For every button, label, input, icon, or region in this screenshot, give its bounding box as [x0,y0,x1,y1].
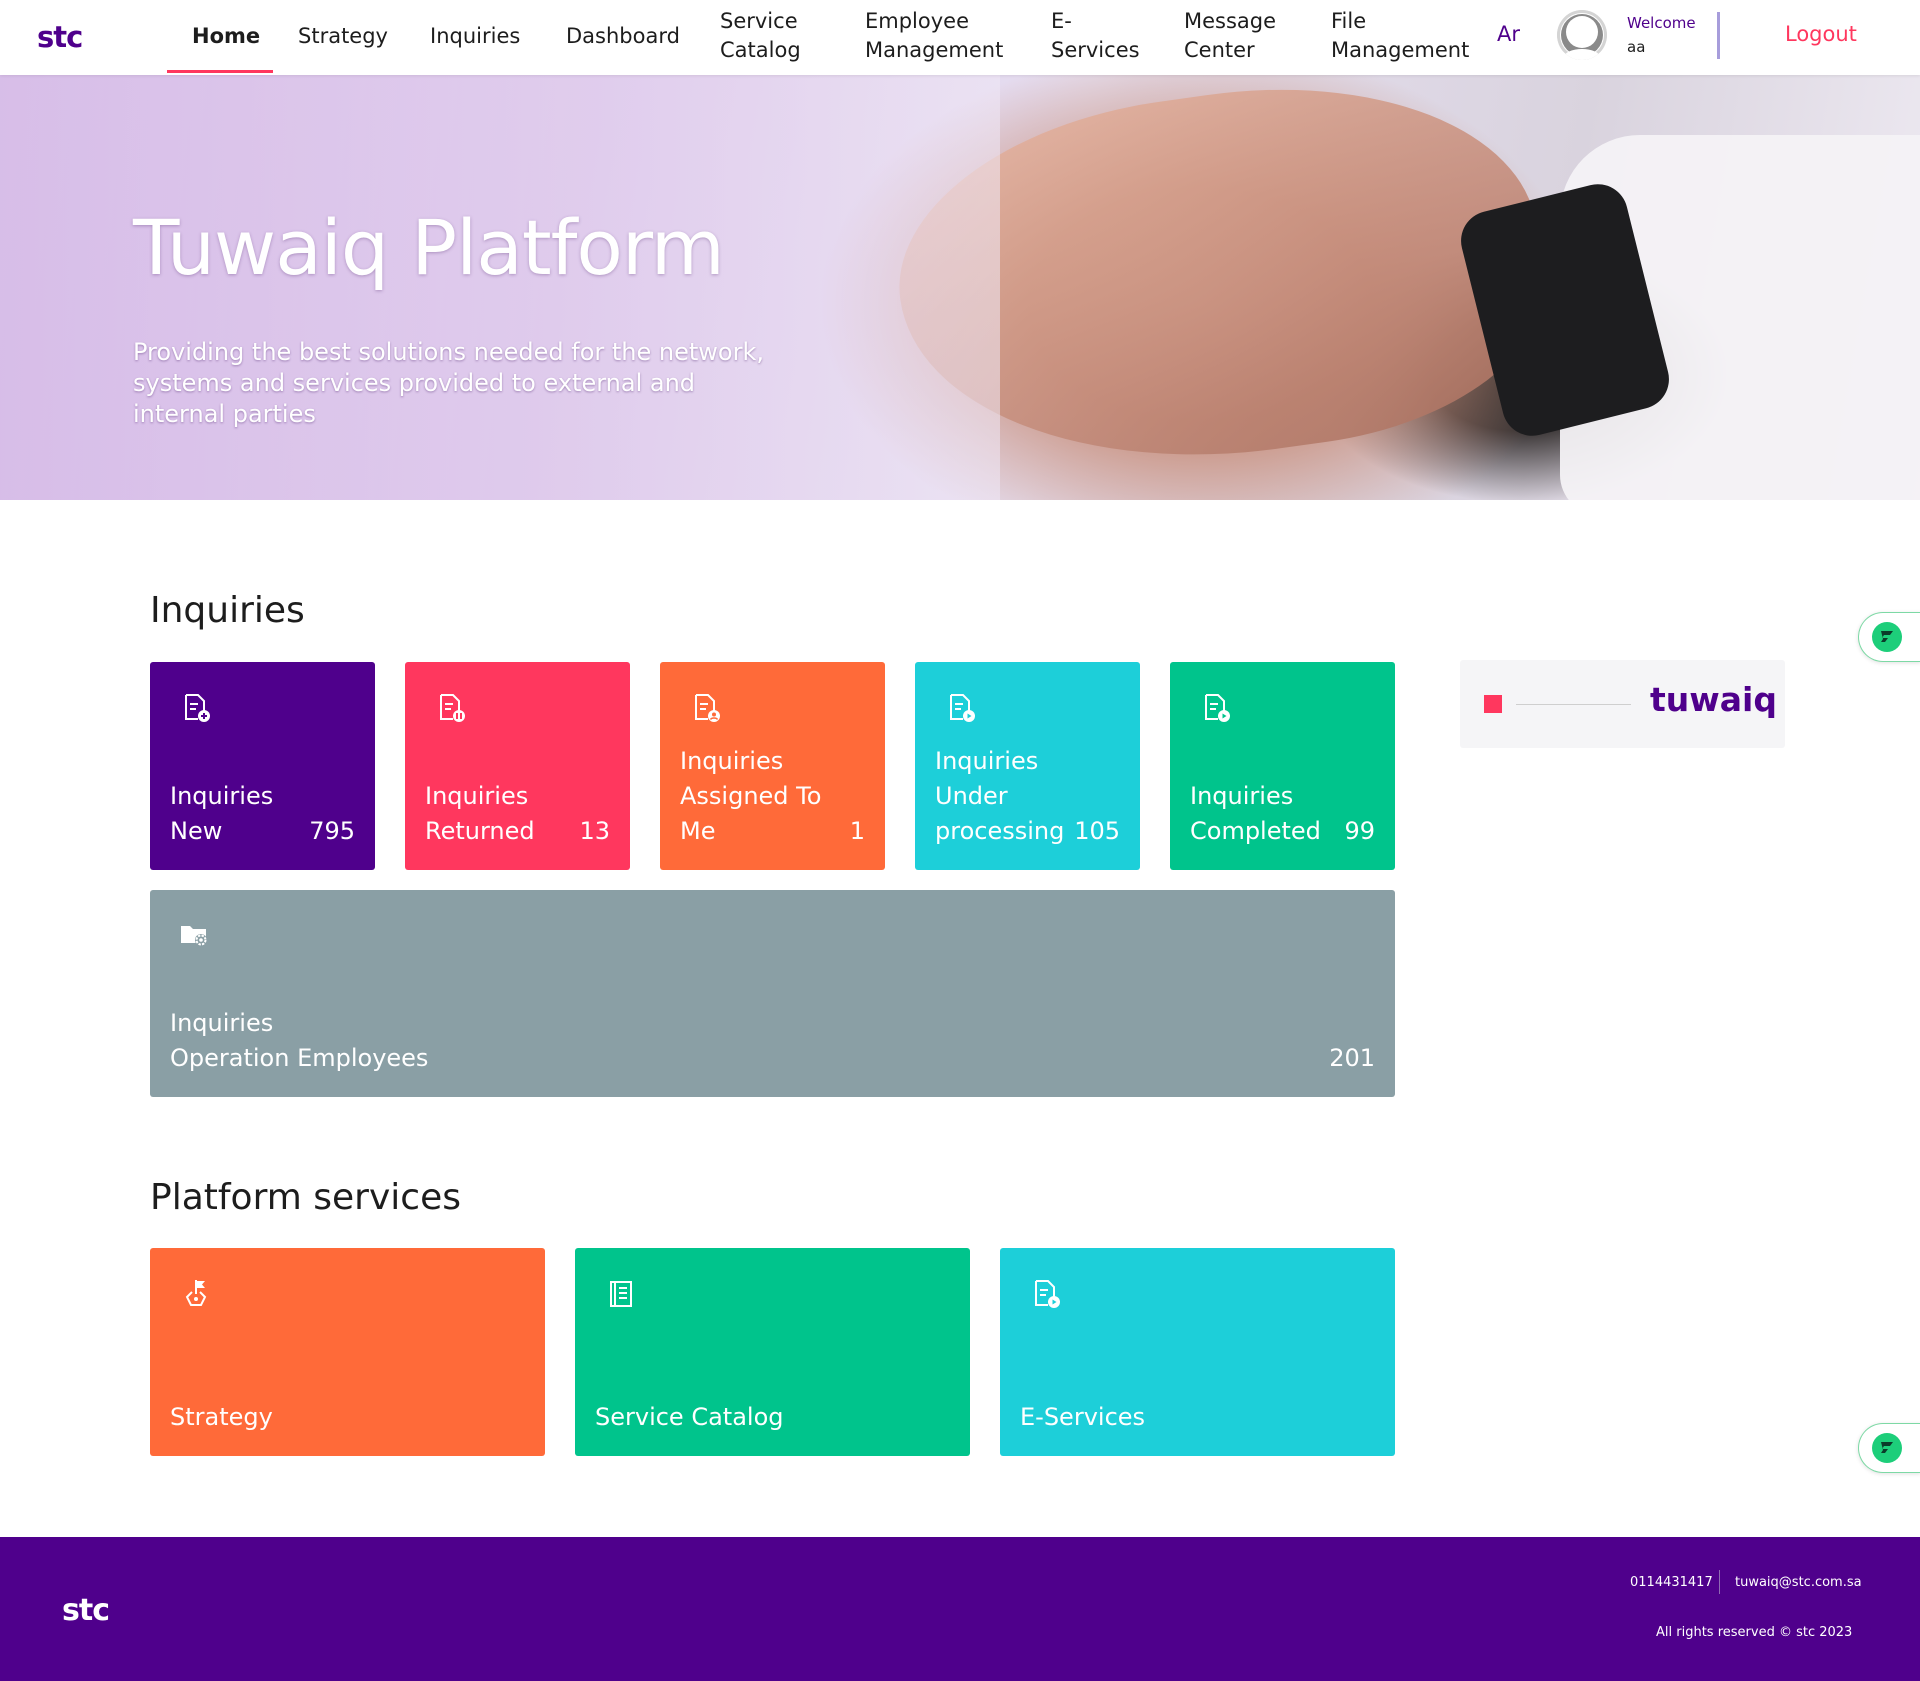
nav-inquiries[interactable]: Inquiries [430,22,520,51]
inquiries-returned-count: 13 [579,817,610,845]
footer-phone[interactable]: 0114431417 [1630,1575,1713,1590]
document-play-icon [1035,1280,1060,1308]
inquiries-new-tile[interactable]: Inquiries New 795 [150,662,375,870]
footer-stc-logo[interactable]: stc [62,1593,110,1628]
nav-service-catalog-line2: Catalog [720,38,801,62]
inquiries-completed-line2: Completed [1190,817,1321,845]
nav-message-center-line2: Center [1184,38,1255,62]
inquiries-new-label: Inquiries New [170,779,273,849]
inquiries-new-line1: Inquiries [170,782,274,810]
inquiries-returned-line2: Returned [425,817,535,845]
nav-file-management-line2: Management [1331,38,1470,62]
footer-email[interactable]: tuwaiq@stc.com.sa [1735,1575,1862,1590]
nav-employee-management[interactable]: Employee Management [865,7,1003,65]
tuwaiq-wordmark: tuwaiq [1650,680,1777,719]
inquiries-processing-label: Inquiries Under processing [935,744,1064,849]
inquiries-returned-tile[interactable]: Inquiries Returned 13 [405,662,630,870]
top-navbar: stc Home Strategy Inquiries Dashboard Se… [0,0,1920,75]
inquiries-assigned-line3: Me [680,817,716,845]
nav-dashboard[interactable]: Dashboard [566,22,680,51]
inquiries-completed-tile[interactable]: Inquiries Completed 99 [1170,662,1395,870]
document-play-icon [950,694,975,722]
service-strategy-label: Strategy [170,1403,273,1431]
service-catalog-tile[interactable]: Service Catalog [575,1248,970,1456]
stc-logo[interactable]: stc [37,20,83,54]
inquiries-new-line2: New [170,817,223,845]
nav-strategy[interactable]: Strategy [298,22,388,51]
inquiries-assigned-label: Inquiries Assigned To Me [680,744,821,849]
nav-active-indicator [167,70,273,73]
inquiries-completed-label: Inquiries Completed [1190,779,1321,849]
inquiries-returned-label: Inquiries Returned [425,779,535,849]
footer: stc 0114431417 tuwaiq@stc.com.sa All rig… [0,1537,1920,1681]
nav-message-center[interactable]: Message Center [1184,7,1276,65]
nav-message-center-line1: Message [1184,9,1277,33]
nav-service-catalog[interactable]: Service Catalog [720,7,801,65]
inquiries-operation-employees-label: Inquiries Operation Employees [170,1006,428,1076]
platform-services-section-title: Platform services [150,1177,461,1218]
inquiries-assigned-line2: Assigned To [680,782,822,810]
inquiries-processing-line3: processing [935,817,1065,845]
inquiries-operation-employees-tile[interactable]: Inquiries Operation Employees 201 [150,890,1395,1097]
document-add-icon [185,694,210,722]
nav-file-management-line1: File [1331,9,1367,33]
inquiries-completed-count: 99 [1344,817,1375,845]
inquiries-new-count: 795 [309,817,355,845]
inquiries-returned-line1: Inquiries [425,782,529,810]
hero-banner: Tuwaiq Platform Providing the best solut… [0,75,1920,500]
user-avatar-icon[interactable] [1557,10,1607,60]
document-play-icon [1205,694,1230,722]
assistant-icon [1872,622,1902,652]
service-e-services-label: E-Services [1020,1403,1146,1431]
floating-assistant-button[interactable] [1858,612,1920,662]
brand-line [1516,704,1631,705]
nav-e-services-line1: E- [1051,9,1072,33]
inquiries-assigned-count: 1 [849,817,865,845]
inquiries-operation-employees-line2: Operation Employees [170,1044,429,1072]
inquiries-processing-count: 105 [1074,817,1120,845]
nav-home[interactable]: Home [192,22,260,51]
brand-square-icon [1484,695,1502,713]
inquiries-operation-employees-line1: Inquiries [170,1009,274,1037]
nav-employee-management-line1: Employee [865,9,970,33]
nav-file-management[interactable]: File Management [1331,7,1469,65]
document-pause-icon [440,694,465,722]
inquiries-assigned-tile[interactable]: Inquiries Assigned To Me 1 [660,662,885,870]
inquiries-processing-tile[interactable]: Inquiries Under processing 105 [915,662,1140,870]
inquiries-operation-employees-count: 201 [1329,1044,1375,1072]
nav-employee-management-line2: Management [865,38,1004,62]
inquiries-processing-line1: Inquiries [935,747,1039,775]
inquiries-assigned-line1: Inquiries [680,747,784,775]
service-catalog-label: Service Catalog [595,1403,784,1431]
language-toggle[interactable]: Ar [1497,22,1520,46]
footer-divider [1719,1570,1720,1594]
hero-subtitle: Providing the best solutions needed for … [133,338,764,428]
catalog-book-icon [610,1281,632,1307]
logout-link[interactable]: Logout [1785,22,1857,46]
inquiries-completed-line1: Inquiries [1190,782,1294,810]
service-e-services-tile[interactable]: E-Services [1000,1248,1395,1456]
nav-e-services[interactable]: E- Services [1051,7,1140,65]
folder-gear-icon [181,926,207,946]
inquiries-processing-line2: Under [935,782,1008,810]
service-strategy-tile[interactable]: Strategy [150,1248,545,1456]
assistant-icon [1872,1433,1902,1463]
inquiries-section-title: Inquiries [150,590,305,631]
user-name: aa [1627,38,1646,56]
tuwaiq-brand-card: tuwaiq [1460,660,1785,748]
nav-e-services-line2: Services [1051,38,1140,62]
hero-title: Tuwaiq Platform [133,203,725,292]
document-user-icon [695,694,720,722]
floating-assistant-button-2[interactable] [1858,1423,1920,1473]
footer-copyright: All rights reserved © stc 2023 [1656,1625,1853,1640]
nav-service-catalog-line1: Service [720,9,798,33]
nav-divider [1717,12,1720,59]
flag-icon [185,1280,207,1306]
welcome-label: Welcome [1627,14,1696,32]
